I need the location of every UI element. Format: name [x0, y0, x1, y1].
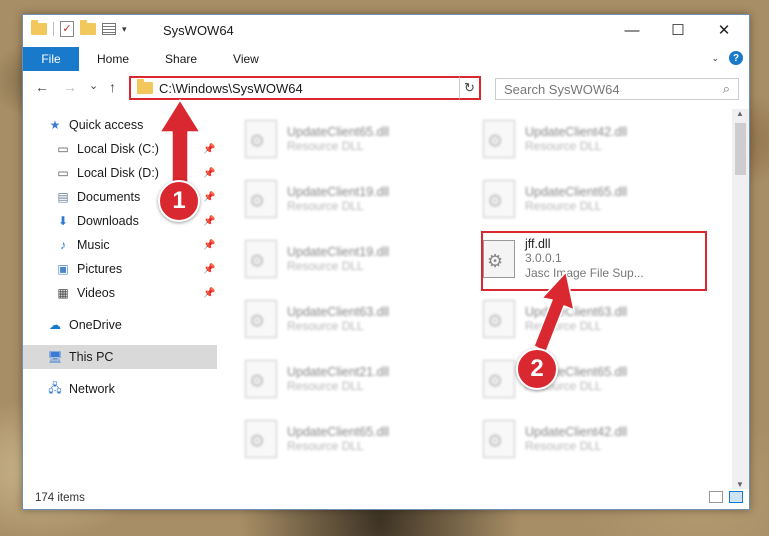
- callout-step-1: 1: [158, 180, 200, 222]
- annotation-arrows: [159, 99, 575, 353]
- callout-step-2: 2: [516, 348, 558, 390]
- arrow-up-icon: [159, 99, 201, 189]
- arrow-up-right-icon: [533, 271, 575, 353]
